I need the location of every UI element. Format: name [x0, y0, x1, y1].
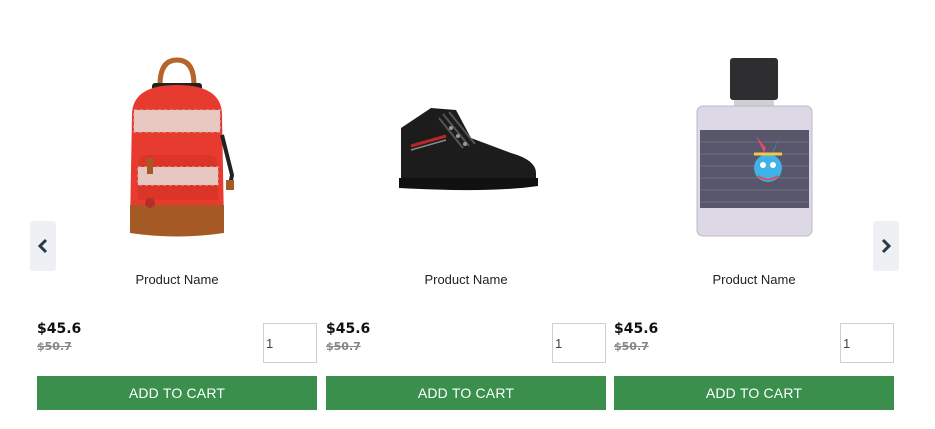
backpack-image: [130, 57, 235, 237]
boot-image: [399, 107, 538, 190]
product-image-link[interactable]: [37, 50, 317, 245]
product-card: Product Name $45.6 $50.7 ADD TO CART: [37, 0, 317, 429]
add-to-cart-button[interactable]: ADD TO CART: [37, 376, 317, 410]
add-to-cart-button[interactable]: ADD TO CART: [326, 376, 606, 410]
product-name[interactable]: Product Name: [326, 272, 606, 287]
product-card: Product Name $45.6 $50.7 ADD TO CART: [614, 0, 894, 429]
product-card: Product Name $45.6 $50.7 ADD TO CART: [326, 0, 606, 429]
product-image-link[interactable]: [326, 50, 606, 245]
product-image-link[interactable]: [614, 50, 894, 245]
quantity-input[interactable]: [263, 323, 317, 363]
product-old-price: $50.7: [37, 340, 72, 353]
product-name[interactable]: Product Name: [614, 272, 894, 287]
product-price: $45.6: [614, 321, 659, 337]
product-price: $45.6: [326, 321, 371, 337]
quantity-input[interactable]: [552, 323, 606, 363]
product-name[interactable]: Product Name: [37, 272, 317, 287]
perfume-image: [696, 57, 812, 236]
add-to-cart-button[interactable]: ADD TO CART: [614, 376, 894, 410]
product-old-price: $50.7: [614, 340, 649, 353]
product-price: $45.6: [37, 321, 82, 337]
product-old-price: $50.7: [326, 340, 361, 353]
product-carousel: Product Name $45.6 $50.7 ADD TO CART Pro…: [0, 0, 935, 429]
quantity-input[interactable]: [840, 323, 894, 363]
